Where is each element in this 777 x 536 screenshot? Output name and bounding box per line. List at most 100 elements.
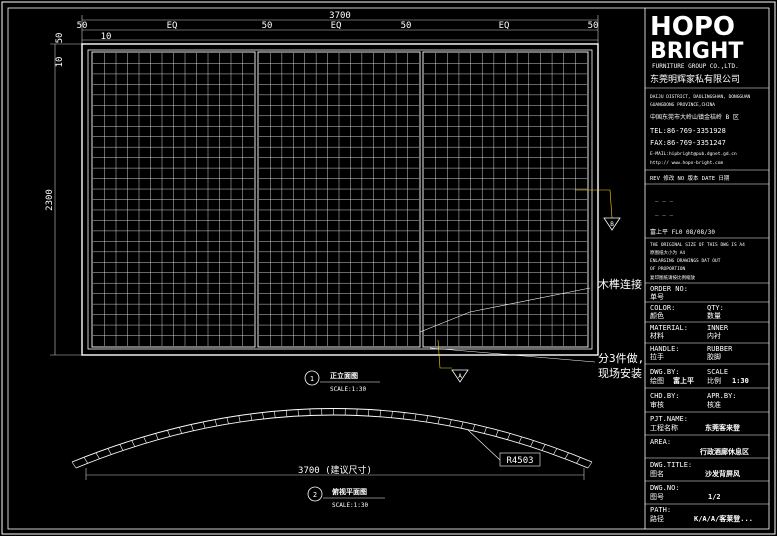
plan-slat [226,417,229,424]
order-no-label: ORDER NO: [650,285,688,293]
dwg-no-label: DWG.NO: [650,484,680,492]
plan-arc-outer [71,408,593,463]
plan-slat [71,461,77,469]
plan-slat [155,433,159,440]
dim-inner-offset: 10 [101,32,112,42]
dwg-title-label: DWG.TITLE: [650,461,692,469]
dim-seg-5: EQ [499,21,510,31]
address-en-2: GUANGDONG PROVINCE,CHINA [650,102,715,108]
handle-label: HANDLE: [650,345,680,353]
plan-slat [414,413,417,421]
callout-b: B [610,221,614,228]
project-label: PJT.NAME: [650,415,688,423]
dim-seg-3: EQ [331,21,342,31]
plan-slat [143,436,147,444]
dim-seg-1: EQ [167,21,178,31]
leader-callout-b [575,189,613,219]
dim-total-width: 3700 [329,11,351,21]
dim-radius: R4503 [506,456,533,466]
inner-cn: 内衬 [707,331,721,340]
plan-slat [179,427,182,434]
tel: TEL:86-769-3351928 [650,127,726,135]
plan-slat [190,424,194,431]
email: E-MAIL:hipbright@pub.dgnet.gd.cn [650,151,737,157]
title-block: HOPO BRIGHT FURNITURE GROUP CO.,LTD. 东莞明… [644,8,769,529]
plan-slat [167,430,171,437]
leader-wood-joint [419,287,591,333]
area-value: 行政酒廊休息区 [699,447,749,456]
dwg-no-cn: 图号 [650,493,664,501]
dwg-by-cn: 绘图 [650,376,664,385]
dwg-by-label: DWG.BY: [650,368,680,376]
dwg-title-value: 沙发背屏风 [705,469,740,478]
note-wood-joint: 木榫连接 [598,277,642,291]
scale-cn: 比例 [707,376,721,385]
dim-seg-0: 50 [77,21,88,31]
color-cn: 颜色 [650,311,664,320]
logo-bright: BRIGHT [650,39,743,64]
plan-slat [507,433,511,440]
plan-slat [262,412,264,419]
plan-slat [285,410,288,417]
path-label: PATH: [650,506,671,514]
inner-label: INNER [707,324,729,332]
plan-slat [107,448,112,455]
dwg-by-value: 富上平 [673,376,694,385]
note-5: 复印图纸请按比例缩放 [650,274,695,281]
fax: FAX:86-769-3351247 [650,139,726,147]
note-assembly-2: 现场安装 [598,366,642,380]
note-1: THE ORIGINAL SIZE OF THIS DWG IS A4 [650,242,745,248]
plan-slat [518,436,523,444]
svg-text:_ _ _: _ _ _ [655,209,673,216]
plan-slat [449,419,452,427]
plan-slat [95,452,100,459]
plan-slat [202,421,206,429]
chd-by-label: CHD.BY: [650,392,680,400]
dwg-no-value: 1/2 [708,493,721,501]
view-1-scale: SCALE:1:30 [330,386,367,393]
dim-seg-4: 50 [401,21,412,31]
plan-slat [553,448,558,455]
area-label: AREA: [650,438,671,446]
website: http:// www.hopo-bright.com [650,160,723,166]
leader-callout-a [437,339,452,369]
plan-slat [238,415,241,423]
svg-text:_ _ _: _ _ _ [655,195,673,202]
plan-slat [576,457,581,464]
plan-slat [379,410,382,417]
apr-by-cn: 核准 [707,400,721,409]
project-cn: 工程名称 [650,423,678,432]
front-elevation: 3700 50 EQ 50 EQ 50 EQ 50 10 2300 50 10 … [45,11,644,393]
lattice-grid [93,53,587,346]
plan-slat [472,424,476,431]
plan-slat [483,427,487,434]
leader-radius [467,429,501,461]
plan-slat [437,417,440,424]
plan-view: 3700 (建议尺寸) R4503 2 俯视平面图 SCALE:1:30 [71,408,593,509]
rubber-cn: 胶脚 [707,352,721,361]
note-3: ENLARGING DRAWINGS DAT OUT [650,258,721,264]
dim-seg-6: 50 [588,21,599,31]
qty-label: QTY: [707,304,724,312]
plan-slat [83,457,89,464]
view-2-title: 俯视平面图 [332,487,367,496]
logo-hopo: HOPO [650,12,735,42]
address-cn: 中国东莞市大岭山镇金桔岭 B 区 [650,113,739,121]
path-cn: 路径 [650,514,664,523]
plan-slat [119,444,124,451]
plan-slat [541,444,546,451]
view-1-title: 正立面图 [330,371,358,380]
company-cn: 东莞明辉家私有限公司 [650,73,740,85]
dwg-title-cn: 图名 [650,469,664,478]
rev-entry: 富上平 FL0 08/08/30 [650,228,715,236]
plan-slat [214,419,218,427]
rubber-label: RUBBER [707,345,733,353]
plan-slat [391,411,393,418]
material-label: MATERIAL: [650,324,688,332]
callout-a: A [458,373,462,380]
plan-slat [402,412,405,419]
scale-label: SCALE [707,368,728,376]
note-4: OF PROPORTION [650,266,686,272]
company-group: FURNITURE GROUP CO.,LTD. [652,63,739,70]
chd-by-cn: 审核 [650,400,664,409]
